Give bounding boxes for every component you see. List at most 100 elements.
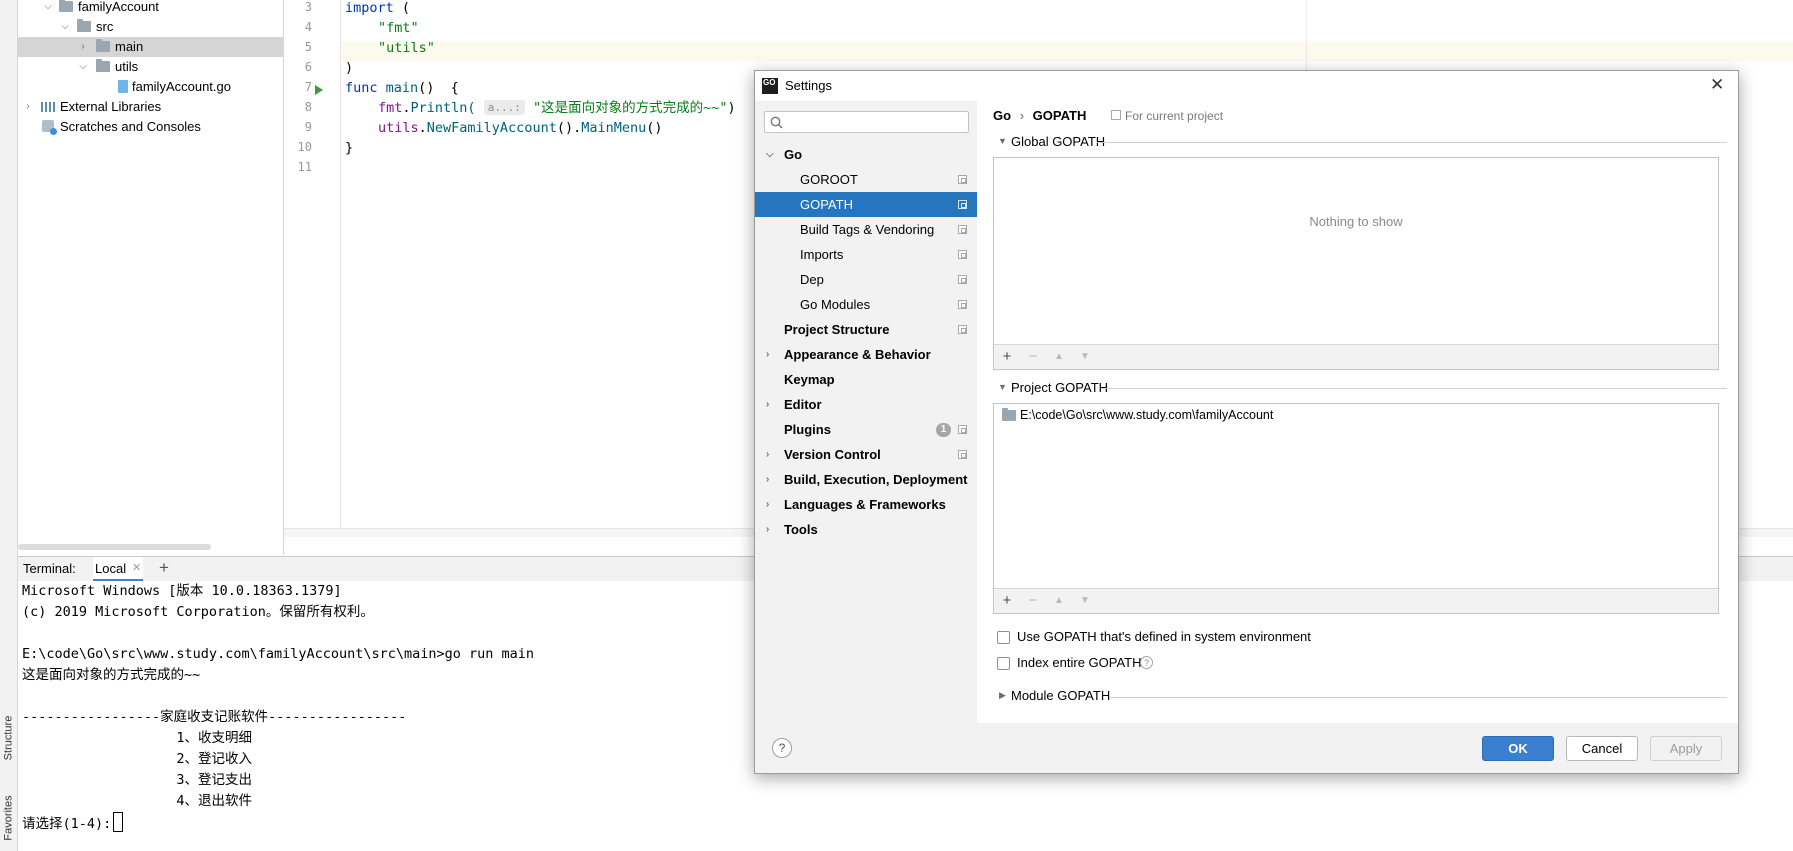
nav-item-build-execution[interactable]: › Build, Execution, Deployment [755, 467, 977, 492]
move-down-icon[interactable]: ▼ [1076, 348, 1094, 366]
code-string: "fmt" [378, 20, 419, 36]
tree-item-label: src [96, 19, 114, 34]
nav-item-plugins[interactable]: Plugins 1 [755, 417, 977, 442]
code-text: ) [345, 60, 354, 76]
tree-item-familyaccount[interactable]: ⌵ familyAccount [18, 0, 283, 17]
nav-item-tools[interactable]: › Tools [755, 517, 977, 542]
terminal-tab-local[interactable]: Local ✕ [93, 557, 143, 581]
move-up-icon[interactable]: ▲ [1050, 348, 1068, 366]
use-system-gopath-checkbox[interactable] [997, 631, 1010, 644]
chevron-down-icon[interactable]: ⌵ [77, 57, 89, 77]
nav-item-gopath[interactable]: GOPATH [755, 192, 977, 217]
gopath-entry[interactable]: E:\code\Go\src\www.study.com\familyAccou… [994, 406, 1718, 426]
tree-item-external-libraries[interactable]: › External Libraries [18, 97, 283, 117]
tree-item-main[interactable]: › main [18, 37, 283, 57]
tree-item-familyaccount-go[interactable]: familyAccount.go [18, 77, 283, 97]
terminal-line: 这是面向对象的方式完成的~~ [22, 667, 201, 683]
tool-window-strip: Structure Favorites [0, 0, 18, 851]
run-icon[interactable] [314, 85, 324, 95]
chevron-down-icon[interactable]: ⌵ [59, 17, 71, 37]
terminal-line: E:\code\Go\src\www.study.com\familyAccou… [22, 646, 535, 662]
folder-icon [96, 39, 110, 52]
breadcrumb-root[interactable]: Go [993, 108, 1011, 123]
nav-item-appearance[interactable]: › Appearance & Behavior [755, 342, 977, 367]
help-button[interactable]: ? [772, 738, 792, 758]
ok-button[interactable]: OK [1482, 736, 1554, 761]
remove-icon[interactable]: − [1024, 592, 1042, 610]
project-scope-icon [958, 225, 967, 234]
index-entire-gopath-label[interactable]: Index entire GOPATH [1017, 655, 1142, 670]
chevron-right-icon: › [766, 449, 770, 460]
project-scope-icon [958, 325, 967, 334]
code-line-4: "fmt" [378, 18, 419, 38]
nav-item-languages[interactable]: › Languages & Frameworks [755, 492, 977, 517]
nav-item-version-control[interactable]: › Version Control [755, 442, 977, 467]
project-scope-icon [958, 275, 967, 284]
nav-item-label: GOROOT [800, 172, 858, 187]
line-number: 7 [304, 80, 312, 94]
project-scope-icon [958, 200, 967, 209]
nav-item-label: Dep [800, 272, 824, 287]
nav-item-dep[interactable]: Dep [755, 267, 977, 292]
breadcrumb-separator: › [1019, 108, 1025, 123]
code-package: utils [378, 120, 419, 136]
favorites-tool-tab[interactable]: Favorites [0, 785, 17, 851]
module-gopath-title[interactable]: Module GOPATH [1011, 688, 1110, 703]
library-icon [41, 102, 55, 112]
add-icon[interactable]: + [998, 592, 1016, 610]
nav-item-imports[interactable]: Imports [755, 242, 977, 267]
chevron-right-icon[interactable]: › [22, 97, 34, 117]
settings-search-input[interactable] [764, 111, 969, 133]
nav-item-label: Project Structure [784, 322, 890, 337]
help-icon[interactable]: ? [1140, 656, 1153, 669]
project-tree: ⌵ familyAccount ⌵ src › main ⌵ utils fam… [18, 0, 284, 555]
global-gopath-list[interactable]: Nothing to show + − ▲ ▼ [993, 157, 1719, 370]
nav-item-project-structure[interactable]: Project Structure [755, 317, 977, 342]
use-system-gopath-label[interactable]: Use GOPATH that's defined in system envi… [1017, 629, 1311, 644]
index-entire-gopath-checkbox[interactable] [997, 657, 1010, 670]
close-icon[interactable]: ✕ [1710, 75, 1724, 95]
chevron-down-icon: ⌵ [766, 149, 774, 160]
code-function: Println( [410, 100, 476, 116]
tree-item-src[interactable]: ⌵ src [18, 17, 283, 37]
project-gopath-list[interactable]: E:\code\Go\src\www.study.com\familyAccou… [993, 403, 1719, 614]
dialog-title: Settings [785, 78, 832, 93]
move-up-icon[interactable]: ▲ [1050, 592, 1068, 610]
nav-item-label: Imports [800, 247, 844, 262]
close-icon[interactable]: ✕ [132, 561, 141, 574]
add-terminal-icon[interactable]: + [159, 558, 169, 578]
nav-item-go[interactable]: ⌵ Go [755, 142, 977, 167]
collapse-icon[interactable]: ▼ [998, 382, 1007, 392]
terminal-title: Terminal: [23, 561, 76, 576]
settings-dialog: GO Settings ✕ ⌵ Go GOROOT GOPATH Build Ta… [754, 70, 1739, 774]
terminal-line: 1、收支明细 [22, 730, 253, 746]
global-gopath-title: Global GOPATH [1011, 134, 1106, 149]
tree-horizontal-scrollbar[interactable] [18, 544, 211, 550]
nav-item-label: Plugins [784, 422, 831, 437]
structure-tool-tab[interactable]: Structure [0, 700, 17, 776]
add-icon[interactable]: + [998, 348, 1016, 366]
folder-icon [59, 0, 73, 12]
nav-item-build-tags[interactable]: Build Tags & Vendoring [755, 217, 977, 242]
line-number: 11 [297, 160, 312, 174]
code-function: MainMenu [581, 120, 647, 136]
move-down-icon[interactable]: ▼ [1076, 592, 1094, 610]
tree-item-label: utils [115, 59, 139, 74]
scratches-icon [42, 120, 57, 135]
line-number: 8 [304, 100, 312, 114]
tree-item-scratches[interactable]: Scratches and Consoles [18, 117, 283, 137]
tree-item-utils[interactable]: ⌵ utils [18, 57, 283, 77]
nav-item-go-modules[interactable]: Go Modules [755, 292, 977, 317]
apply-button[interactable]: Apply [1650, 736, 1722, 761]
chevron-down-icon[interactable]: ⌵ [42, 0, 54, 17]
nav-item-goroot[interactable]: GOROOT [755, 167, 977, 192]
remove-icon[interactable]: − [1024, 348, 1042, 366]
nav-item-editor[interactable]: › Editor [755, 392, 977, 417]
nav-item-label: Version Control [784, 447, 881, 462]
dialog-footer: ? OK Cancel Apply [755, 723, 1738, 773]
nav-item-keymap[interactable]: Keymap [755, 367, 977, 392]
collapse-icon[interactable]: ▼ [998, 136, 1007, 146]
chevron-right-icon[interactable]: › [77, 37, 89, 57]
expand-icon[interactable]: ▶ [999, 690, 1006, 701]
cancel-button[interactable]: Cancel [1566, 736, 1638, 761]
